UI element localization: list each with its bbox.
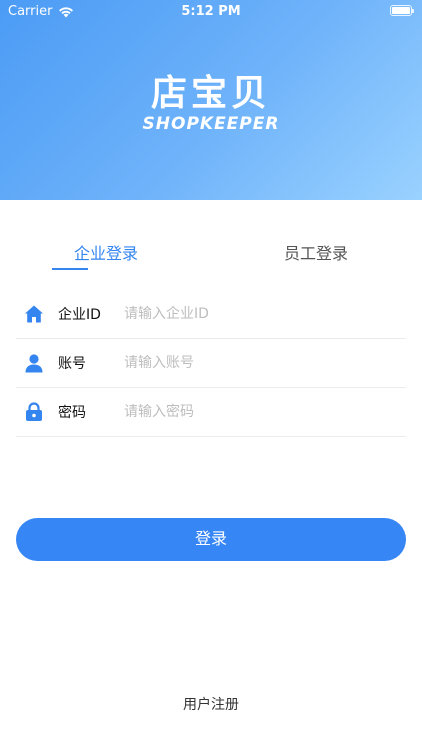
home-icon [25, 305, 43, 323]
password-input[interactable] [124, 397, 406, 427]
status-time: 5:12 PM [181, 4, 241, 19]
enterprise-id-input[interactable] [124, 299, 406, 329]
header-banner: Carrier 5:12 PM 店宝贝 SHOPKEEPER [0, 0, 422, 200]
password-row: 密码 [16, 388, 406, 437]
logo-title-cn: 店宝贝 [150, 73, 271, 114]
battery-icon [390, 5, 414, 16]
enterprise-id-row: 企业ID [16, 290, 406, 339]
app-logo: 店宝贝 SHOPKEEPER [0, 73, 422, 135]
battery-level [392, 7, 410, 14]
active-tab-indicator [52, 268, 88, 270]
account-row: 账号 [16, 339, 406, 388]
account-label: 账号 [58, 356, 86, 372]
login-tabs: 企业登录 员工登录 [0, 240, 422, 274]
password-label: 密码 [58, 405, 86, 421]
enterprise-id-label: 企业ID [58, 307, 101, 323]
user-icon [25, 354, 43, 373]
lock-icon [26, 402, 42, 421]
register-link[interactable]: 用户注册 [0, 694, 422, 714]
login-button[interactable]: 登录 [16, 518, 406, 561]
logo-title-en: SHOPKEEPER [142, 114, 280, 134]
login-screen: Carrier 5:12 PM 店宝贝 SHOPKEEPER 企业登录 员工登录 [0, 0, 422, 750]
login-form: 企业ID 账号 密码 [16, 290, 406, 437]
status-bar: Carrier 5:12 PM [0, 0, 422, 22]
account-input[interactable] [124, 348, 406, 378]
tab-staff-login[interactable]: 员工登录 [246, 240, 386, 274]
